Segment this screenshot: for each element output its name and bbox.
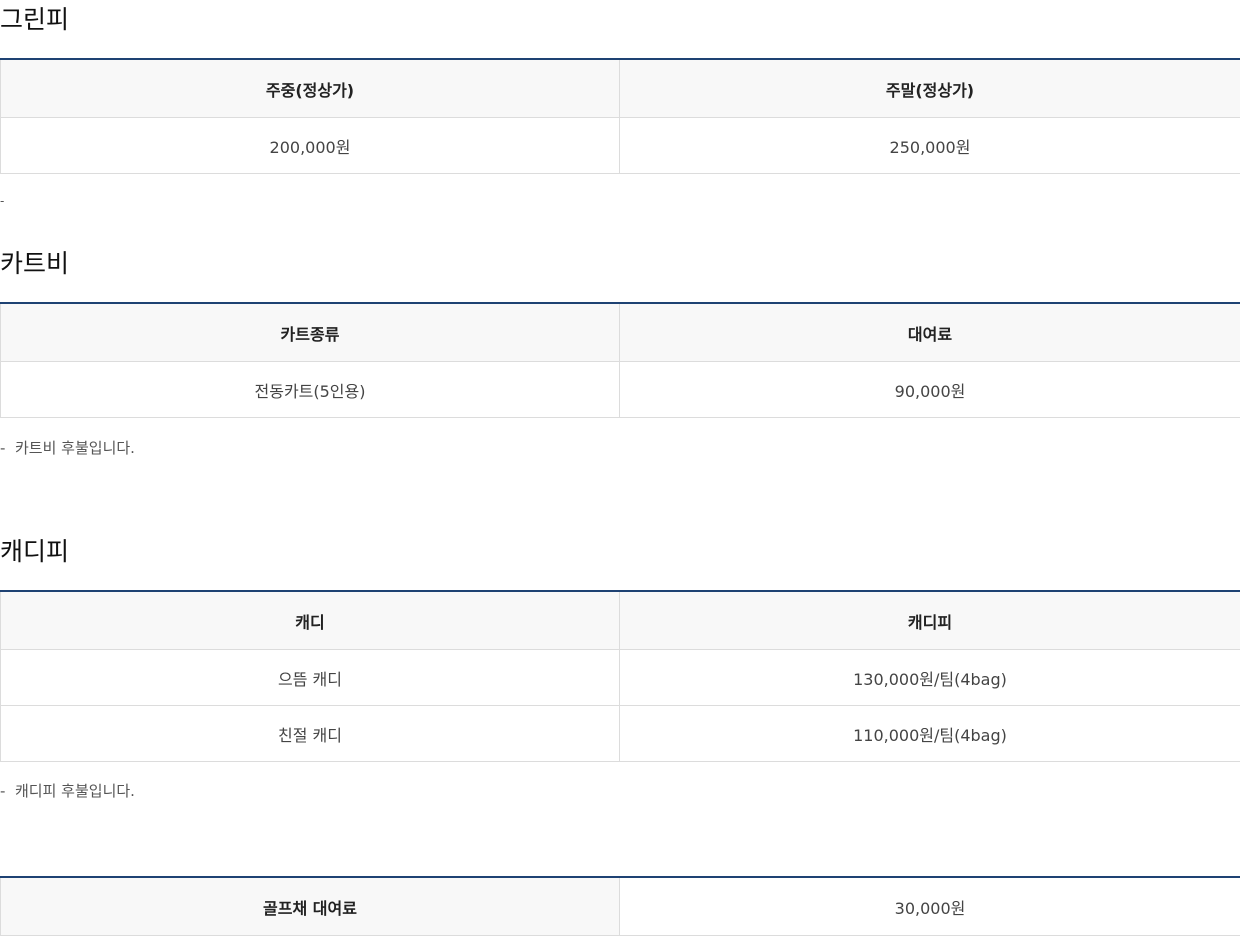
- caddie-type-cell: 친절 캐디: [0, 705, 620, 762]
- caddie-price-cell: 110,000원/팀(4bag): [619, 705, 1240, 762]
- table-row: 골프채 대여료 30,000원: [0, 877, 1240, 936]
- caddie-fee-header: 캐디피: [619, 591, 1240, 650]
- table-header-row: 카트종류 대여료: [0, 303, 1240, 362]
- green-fee-note-dash: -: [0, 194, 5, 208]
- table-header-row: 캐디 캐디피: [0, 591, 1240, 650]
- caddie-fee-table: 캐디 캐디피 으뜸 캐디 130,000원/팀(4bag) 친절 캐디 110,…: [0, 590, 1240, 762]
- cart-fee-table: 카트종류 대여료 전동카트(5인용) 90,000원: [0, 302, 1240, 418]
- cart-type-header: 카트종류: [0, 303, 620, 362]
- club-rental-label: 골프채 대여료: [0, 877, 620, 936]
- caddie-fee-note-text: 캐디피 후불입니다.: [15, 782, 135, 800]
- cart-fee-title: 카트비: [0, 249, 70, 278]
- weekday-header: 주중(정상가): [0, 59, 620, 118]
- table-row: 으뜸 캐디 130,000원/팀(4bag): [0, 649, 1240, 706]
- table-row: 전동카트(5인용) 90,000원: [0, 361, 1240, 418]
- caddie-fee-note: - 캐디피 후불입니다.: [0, 781, 135, 801]
- cart-type-cell: 전동카트(5인용): [0, 361, 620, 418]
- note-dash: -: [0, 439, 6, 457]
- cart-price-cell: 90,000원: [619, 361, 1240, 418]
- caddie-fee-title: 캐디피: [0, 537, 70, 566]
- green-fee-title: 그린피: [0, 5, 70, 34]
- caddie-header: 캐디: [0, 591, 620, 650]
- caddie-type-cell: 으뜸 캐디: [0, 649, 620, 706]
- cart-fee-note: - 카트비 후불입니다.: [0, 438, 135, 458]
- green-fee-table: 주중(정상가) 주말(정상가) 200,000원 250,000원: [0, 58, 1240, 174]
- note-dash: -: [0, 782, 6, 800]
- cart-fee-note-text: 카트비 후불입니다.: [15, 439, 135, 457]
- table-row: 200,000원 250,000원: [0, 117, 1240, 174]
- club-rental-table: 골프채 대여료 30,000원: [0, 876, 1240, 936]
- club-rental-price: 30,000원: [619, 877, 1240, 936]
- table-row: 친절 캐디 110,000원/팀(4bag): [0, 705, 1240, 762]
- rental-fee-header: 대여료: [619, 303, 1240, 362]
- weekday-price: 200,000원: [0, 117, 620, 174]
- weekend-price: 250,000원: [619, 117, 1240, 174]
- table-header-row: 주중(정상가) 주말(정상가): [0, 59, 1240, 118]
- caddie-price-cell: 130,000원/팀(4bag): [619, 649, 1240, 706]
- weekend-header: 주말(정상가): [619, 59, 1240, 118]
